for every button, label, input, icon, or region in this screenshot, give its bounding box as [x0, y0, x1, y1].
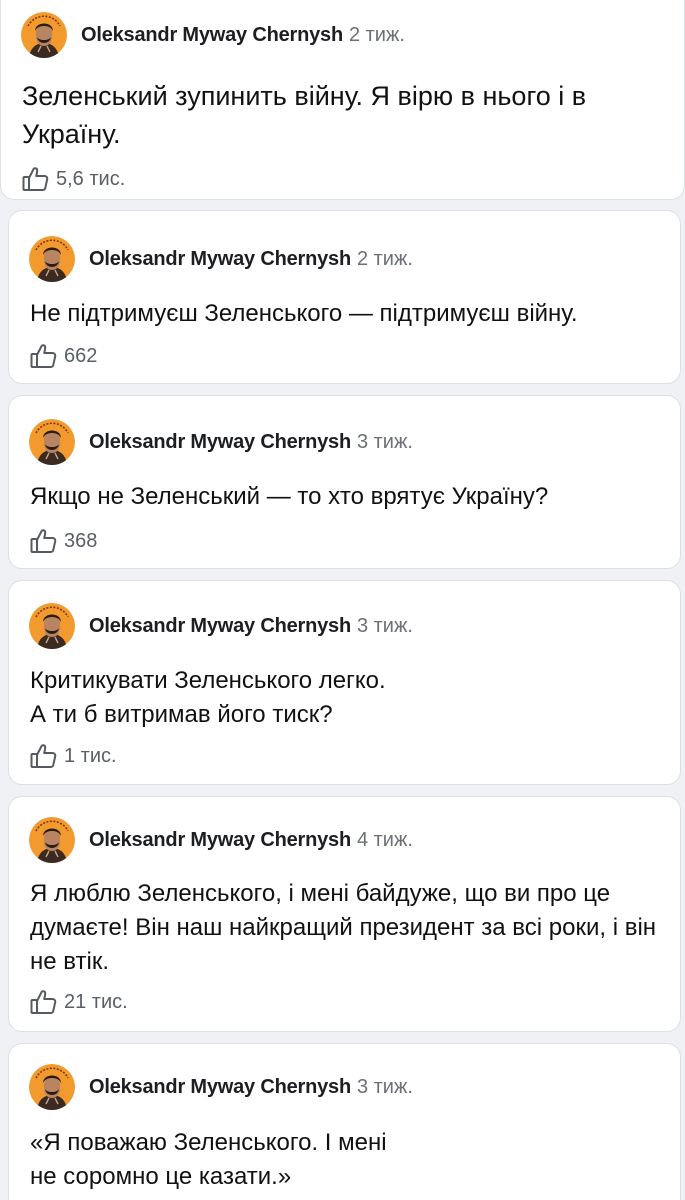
- author-avatar[interactable]: [29, 603, 75, 649]
- author-avatar[interactable]: [21, 12, 67, 58]
- author-avatar[interactable]: [29, 817, 75, 863]
- like-button[interactable]: 5,6 тис.: [22, 166, 125, 192]
- comment-card: Oleksandr Myway Chernysh 2 тиж. Не підтр…: [8, 210, 681, 384]
- comment-text: Не підтримуєш Зеленського — підтримуєш в…: [30, 300, 578, 327]
- comment-card: Oleksandr Myway Chernysh 4 тиж. Я люблю …: [8, 796, 681, 1032]
- comment-header: Oleksandr Myway Chernysh 3 тиж.: [29, 603, 413, 649]
- comment-text: «Я поважаю Зеленського. І мені не соромн…: [30, 1129, 387, 1190]
- like-count: 5,6 тис.: [56, 167, 126, 190]
- author-avatar[interactable]: [29, 236, 75, 282]
- author-name[interactable]: Oleksandr Myway Chernysh: [89, 1076, 351, 1099]
- thumbs-up-icon: [22, 166, 49, 192]
- comment-card: Oleksandr Myway Chernysh 2 тиж. Зеленськ…: [0, 0, 685, 200]
- comment-card: Oleksandr Myway Chernysh 3 тиж. Якщо не …: [8, 395, 681, 569]
- like-button[interactable]: 662: [30, 343, 97, 369]
- like-count: 1 тис.: [64, 744, 117, 767]
- author-name[interactable]: Oleksandr Myway Chernysh: [89, 248, 351, 271]
- comment-time[interactable]: 2 тиж.: [357, 248, 413, 271]
- thumbs-up-icon: [30, 743, 57, 769]
- comment-text: Зеленський зупинить війну. Я вірю в ньог…: [22, 81, 587, 149]
- comment-text: Критикувати Зеленського легко. А ти б ви…: [30, 667, 386, 728]
- comment-time[interactable]: 4 тиж.: [357, 829, 413, 852]
- comment-text: Я люблю Зеленського, і мені байдуже, що …: [30, 880, 657, 975]
- author-name[interactable]: Oleksandr Myway Chernysh: [89, 829, 351, 852]
- comment-time[interactable]: 2 тиж.: [349, 24, 405, 47]
- comment-header: Oleksandr Myway Chernysh 3 тиж.: [29, 419, 413, 465]
- comments-feed: Oleksandr Myway Chernysh 2 тиж. Зеленськ…: [0, 0, 685, 1200]
- comment-time[interactable]: 3 тиж.: [357, 1076, 413, 1099]
- like-count: 368: [64, 529, 98, 552]
- like-button[interactable]: 368: [30, 528, 97, 554]
- author-name[interactable]: Oleksandr Myway Chernysh: [89, 615, 351, 638]
- like-count: 21 тис.: [64, 990, 128, 1013]
- author-name[interactable]: Oleksandr Myway Chernysh: [81, 24, 343, 47]
- like-count: 662: [64, 344, 98, 367]
- comment-text: Якщо не Зеленський — то хто врятує Украї…: [30, 483, 549, 510]
- like-button[interactable]: 1 тис.: [30, 743, 117, 769]
- comment-header: Oleksandr Myway Chernysh 2 тиж.: [29, 236, 413, 282]
- like-button[interactable]: 21 тис.: [30, 989, 128, 1015]
- comment-card: Oleksandr Myway Chernysh 3 тиж. Критикув…: [8, 580, 681, 785]
- comment-header: Oleksandr Myway Chernysh 3 тиж.: [29, 1064, 413, 1110]
- thumbs-up-icon: [30, 989, 57, 1015]
- thumbs-up-icon: [30, 343, 57, 369]
- author-avatar[interactable]: [29, 419, 75, 465]
- comment-header: Oleksandr Myway Chernysh 2 тиж.: [21, 12, 405, 58]
- comment-header: Oleksandr Myway Chernysh 4 тиж.: [29, 817, 413, 863]
- author-avatar[interactable]: [29, 1064, 75, 1110]
- thumbs-up-icon: [30, 528, 57, 554]
- comment-time[interactable]: 3 тиж.: [357, 615, 413, 638]
- comment-card: Oleksandr Myway Chernysh 3 тиж. «Я поваж…: [8, 1043, 681, 1200]
- author-name[interactable]: Oleksandr Myway Chernysh: [89, 431, 351, 454]
- comment-time[interactable]: 3 тиж.: [357, 431, 413, 454]
